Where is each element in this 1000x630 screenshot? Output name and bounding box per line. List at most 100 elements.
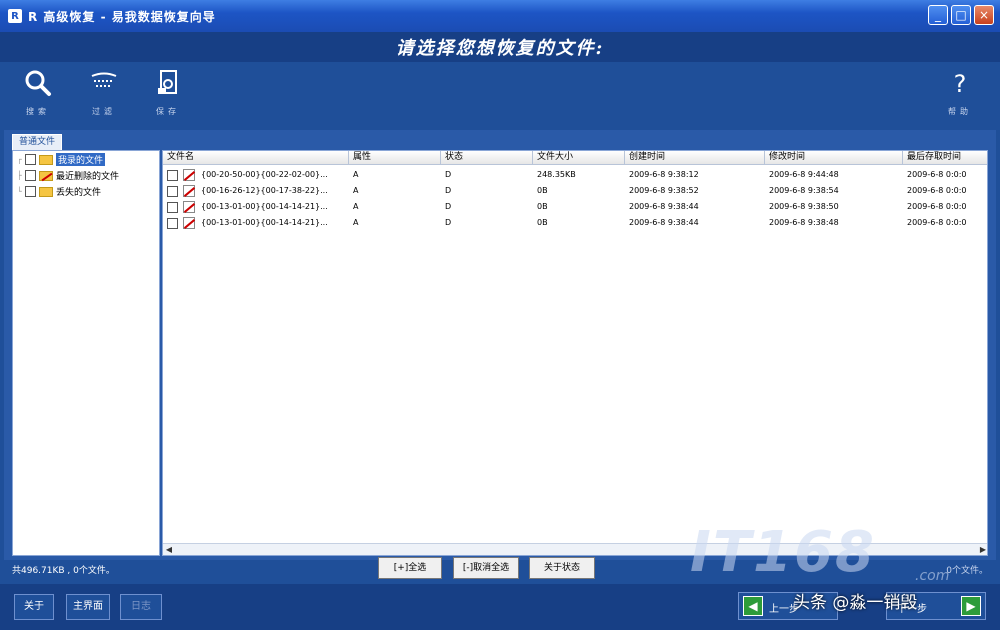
table-row[interactable]: {00-13-01-00}{00-14-14-21}... A D 0B 200…: [163, 199, 987, 215]
cell-status: D: [445, 218, 452, 227]
table-row[interactable]: {00-20-50-00}{00-22-02-00}... A D 248.35…: [163, 167, 987, 183]
cell-modified: 2009-6-8 9:44:48: [769, 170, 839, 179]
column-header-filename[interactable]: 文件名: [163, 151, 349, 165]
cell-filename: {00-20-50-00}{00-22-02-00}...: [201, 170, 328, 179]
row-checkbox[interactable]: [167, 217, 178, 229]
tree-checkbox[interactable]: [25, 170, 36, 181]
watermark-overlay-text: 头条 @淼一销毁: [793, 593, 918, 613]
deselect-all-button[interactable]: [-]取消全选: [453, 557, 519, 579]
tree-item-label: 我录的文件: [56, 153, 106, 166]
column-header-modified[interactable]: 修改时间: [765, 151, 903, 165]
cell-accessed: 2009-6-8 0:0:0: [907, 202, 967, 211]
cell-attribute: A: [353, 186, 359, 195]
cell-filename: {00-13-01-00}{00-14-14-21}...: [201, 218, 328, 227]
folder-icon: [39, 186, 53, 197]
save-tool-button[interactable]: 保存: [148, 68, 188, 117]
cell-filename: {00-13-01-00}{00-14-14-21}...: [201, 202, 328, 211]
toolbar: 搜索 过滤 保存 ? 帮助: [0, 62, 1000, 124]
tab-normal-files[interactable]: 普通文件: [12, 134, 63, 150]
row-icons: [167, 185, 195, 197]
tree-connector-icon: └: [17, 187, 22, 196]
cell-accessed: 2009-6-8 0:0:0: [907, 218, 967, 227]
deleted-file-icon: [183, 201, 195, 213]
filter-icon: [84, 68, 124, 98]
cell-modified: 2009-6-8 9:38:54: [769, 186, 839, 195]
main-menu-button[interactable]: 主界面: [66, 594, 110, 620]
tree-checkbox[interactable]: [25, 154, 36, 165]
minimize-button[interactable]: _: [928, 5, 948, 25]
cell-size: 0B: [537, 202, 548, 211]
tree-item-label: 丢失的文件: [56, 188, 102, 198]
file-list: 文件名 属性 状态 文件大小 创建时间 修改时间 最后存取时间 {00-20-5…: [162, 150, 988, 556]
cell-status: D: [445, 186, 452, 195]
page-heading: 请选择您想恢复的文件:: [395, 38, 605, 59]
cell-modified: 2009-6-8 9:38:50: [769, 202, 839, 211]
window-controls: _ □ ×: [928, 5, 994, 25]
cell-status: D: [445, 170, 452, 179]
row-icons: [167, 217, 195, 229]
scroll-left-icon[interactable]: ◀: [163, 544, 175, 555]
main-panel: 普通文件 ┌ 我录的文件 ├ 最近删除的文件 └ 丢失的文件 文件名 属性 状态…: [4, 130, 996, 560]
cell-created: 2009-6-8 9:38:12: [629, 170, 699, 179]
watermark-logo: IT168: [690, 520, 876, 585]
tree-item-found-files[interactable]: ┌ 我录的文件: [17, 153, 106, 166]
row-checkbox[interactable]: [167, 185, 178, 197]
column-header-size[interactable]: 文件大小: [533, 151, 625, 165]
close-button[interactable]: ×: [974, 5, 994, 25]
page-header: 请选择您想恢复的文件:: [0, 32, 1000, 62]
about-status-button[interactable]: 关于状态: [529, 557, 595, 579]
search-tool-label: 搜索: [26, 107, 50, 116]
watermark-subtext: .com: [915, 568, 950, 584]
cell-modified: 2009-6-8 9:38:48: [769, 218, 839, 227]
log-button[interactable]: 日志: [120, 594, 162, 620]
maximize-button[interactable]: □: [951, 5, 971, 25]
window-title: R 高级恢复 - 易我数据恢复向导: [28, 9, 216, 24]
column-header-created[interactable]: 创建时间: [625, 151, 765, 165]
about-button[interactable]: 关于: [14, 594, 54, 620]
scroll-right-icon[interactable]: ▶: [977, 544, 987, 555]
row-checkbox[interactable]: [167, 169, 178, 181]
deleted-file-icon: [183, 169, 195, 181]
column-header-attribute[interactable]: 属性: [349, 151, 441, 165]
tree-item-lost-files[interactable]: └ 丢失的文件: [17, 185, 101, 198]
filter-tool-label: 过滤: [92, 107, 116, 116]
window-titlebar: R R 高级恢复 - 易我数据恢复向导 _ □ ×: [0, 0, 1000, 32]
deleted-file-icon: [183, 185, 195, 197]
row-icons: [167, 169, 195, 181]
cell-attribute: A: [353, 218, 359, 227]
cell-size: 248.35KB: [537, 170, 576, 179]
filter-tool-button[interactable]: 过滤: [84, 68, 124, 117]
help-icon: ?: [940, 68, 980, 98]
status-summary: 共496.71KB , 0个文件。: [12, 566, 115, 576]
deleted-file-icon: [183, 217, 195, 229]
cell-accessed: 2009-6-8 0:0:0: [907, 170, 967, 179]
table-row[interactable]: {00-16-26-12}{00-17-38-22}... A D 0B 200…: [163, 183, 987, 199]
tree-item-label: 最近删除的文件: [56, 172, 120, 182]
help-tool-button[interactable]: ? 帮助: [940, 68, 980, 117]
column-header-accessed[interactable]: 最后存取时间: [903, 151, 987, 165]
cell-size: 0B: [537, 186, 548, 195]
help-tool-label: 帮助: [948, 107, 972, 116]
save-icon: [148, 68, 188, 98]
search-icon: [18, 68, 58, 98]
folder-icon: [39, 154, 53, 165]
cell-size: 0B: [537, 218, 548, 227]
column-header-status[interactable]: 状态: [441, 151, 533, 165]
search-tool-button[interactable]: 搜索: [18, 68, 58, 117]
back-arrow-icon: ◀: [743, 596, 763, 616]
cell-created: 2009-6-8 9:38:44: [629, 218, 699, 227]
table-row[interactable]: {00-13-01-00}{00-14-14-21}... A D 0B 200…: [163, 215, 987, 231]
app-icon: R: [8, 9, 22, 23]
cell-attribute: A: [353, 202, 359, 211]
select-all-button[interactable]: [+]全选: [378, 557, 442, 579]
cell-created: 2009-6-8 9:38:44: [629, 202, 699, 211]
cell-created: 2009-6-8 9:38:52: [629, 186, 699, 195]
row-checkbox[interactable]: [167, 201, 178, 213]
status-selected: 0个文件。: [946, 566, 988, 576]
save-tool-label: 保存: [156, 107, 180, 116]
tree-checkbox[interactable]: [25, 186, 36, 197]
cell-accessed: 2009-6-8 0:0:0: [907, 186, 967, 195]
cell-status: D: [445, 202, 452, 211]
tree-item-recently-deleted[interactable]: ├ 最近删除的文件: [17, 169, 119, 182]
row-icons: [167, 201, 195, 213]
